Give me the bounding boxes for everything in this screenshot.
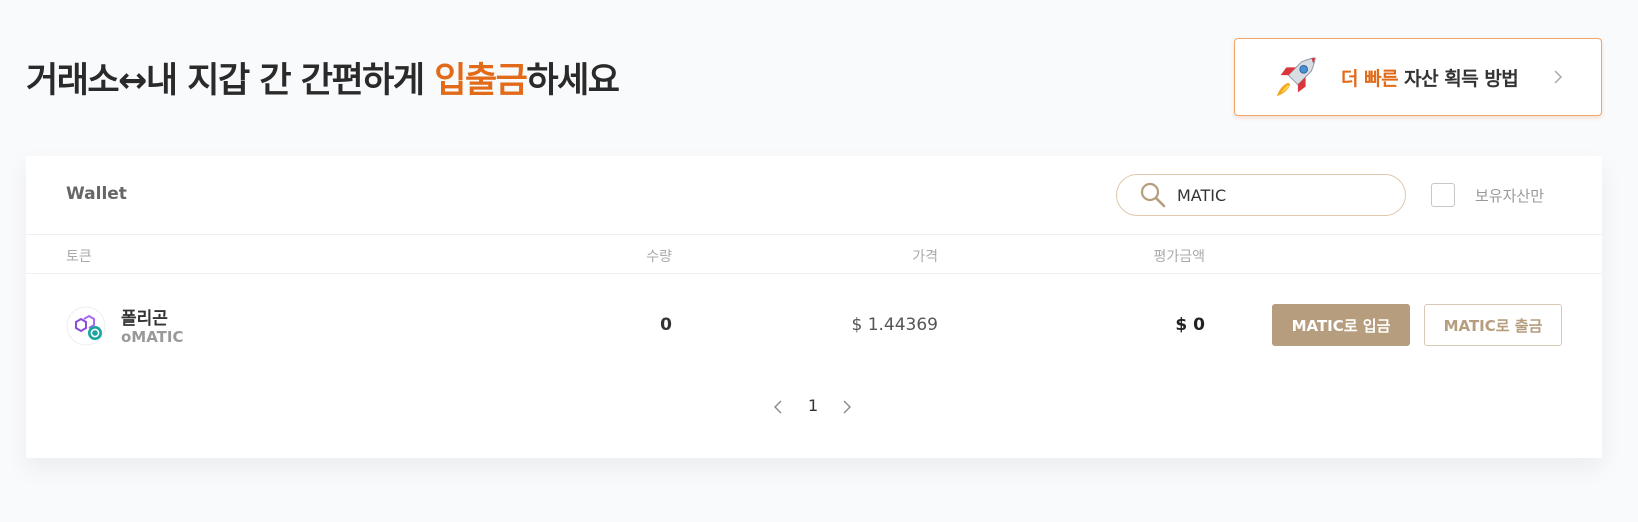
wallet-card: Wallet 보유자산만 토큰 수량 가격 평가금액 폴리곤 oMATIC 0 <box>26 156 1602 458</box>
table-row: 폴리곤 oMATIC 0 $ 1.44369 $ 0 MATIC로 입금 MAT… <box>26 274 1602 379</box>
page-title-part2: 하세요 <box>526 61 620 101</box>
column-header-value: 평가금액 <box>1153 249 1205 265</box>
column-header-price: 가격 <box>912 249 938 265</box>
search-box[interactable] <box>1116 174 1406 216</box>
rocket-icon <box>1276 57 1316 97</box>
search-input[interactable] <box>1177 185 1377 205</box>
holdings-only-checkbox[interactable] <box>1431 183 1455 207</box>
chevron-right-icon <box>1554 70 1563 84</box>
pagination: 1 <box>26 394 1602 418</box>
wallet-header: Wallet 보유자산만 <box>26 156 1602 235</box>
polygon-token-icon <box>66 306 106 346</box>
chevron-right-icon[interactable] <box>842 400 852 414</box>
holdings-only-filter[interactable]: 보유자산만 <box>1431 183 1544 207</box>
withdraw-button[interactable]: MATIC로 출금 <box>1424 304 1562 346</box>
token-price: $ 1.44369 <box>851 315 938 335</box>
holdings-only-label: 보유자산만 <box>1475 186 1545 205</box>
promo-label: 더 빠른 자산 획득 방법 <box>1341 64 1519 91</box>
promo-accent: 더 빠른 <box>1341 67 1399 90</box>
token-amount: 0 <box>660 315 672 335</box>
faster-assets-promo-button[interactable]: 더 빠른 자산 획득 방법 <box>1234 38 1602 116</box>
page-title-part1: 거래소↔내 지갑 간 간편하게 <box>26 61 435 101</box>
page-title: 거래소↔내 지갑 간 간편하게 입출금하세요 <box>26 52 620 103</box>
promo-text: 자산 획득 방법 <box>1398 67 1519 90</box>
search-icon <box>1140 182 1166 208</box>
page-title-accent: 입출금 <box>434 61 528 101</box>
wallet-title: Wallet <box>66 184 127 204</box>
page-number[interactable]: 1 <box>808 396 818 415</box>
token-symbol: oMATIC <box>121 328 184 346</box>
table-header: 토큰 수량 가격 평가금액 <box>26 235 1602 274</box>
chevron-left-icon[interactable] <box>773 400 783 414</box>
deposit-button[interactable]: MATIC로 입금 <box>1272 304 1410 346</box>
token-value: $ 0 <box>1175 315 1205 335</box>
token-name: 폴리곤 <box>121 309 168 329</box>
column-header-token: 토큰 <box>66 249 92 265</box>
column-header-amount: 수량 <box>646 249 672 265</box>
